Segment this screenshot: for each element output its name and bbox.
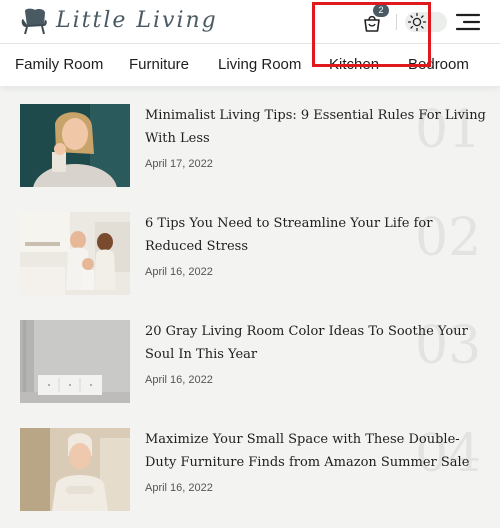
article-thumbnail[interactable]: [20, 320, 130, 403]
hamburger-menu-icon[interactable]: [455, 13, 481, 31]
header-divider: [396, 14, 397, 30]
article-date: April 16, 2022: [145, 374, 213, 386]
article-thumbnail[interactable]: [20, 212, 130, 295]
armchair-icon: [21, 8, 47, 35]
article-card[interactable]: 01 Minimalist Living Tips: 9 Essential R…: [20, 104, 490, 188]
article-card[interactable]: 04 Maximize Your Small Space with These …: [20, 428, 490, 512]
logo-text: Little Living: [56, 8, 218, 33]
article-title[interactable]: 6 Tips You Need to Streamline Your Life …: [145, 212, 490, 258]
cart-count-badge: 2: [373, 4, 389, 17]
site-header: Little Living 2: [0, 0, 500, 44]
article-date: April 17, 2022: [145, 158, 213, 170]
article-title[interactable]: Minimalist Living Tips: 9 Essential Rule…: [145, 104, 490, 150]
sun-icon[interactable]: [407, 12, 427, 32]
article-title[interactable]: Maximize Your Small Space with These Dou…: [145, 428, 490, 474]
article-title[interactable]: 20 Gray Living Room Color Ideas To Sooth…: [145, 320, 490, 366]
nav-item-family-room[interactable]: Family Room: [15, 56, 103, 73]
nav-item-kitchen[interactable]: Kitchen: [329, 56, 379, 73]
article-card[interactable]: 03 20 Gray Living Room Color Ideas To So…: [20, 320, 490, 404]
nav-item-furniture[interactable]: Furniture: [129, 56, 189, 73]
nav-item-living-room[interactable]: Living Room: [218, 56, 301, 73]
category-nav: Family Room Furniture Living Room Kitche…: [0, 44, 500, 86]
article-card[interactable]: 02 6 Tips You Need to Streamline Your Li…: [20, 212, 490, 296]
article-thumbnail[interactable]: [20, 104, 130, 187]
article-date: April 16, 2022: [145, 482, 213, 494]
article-thumbnail[interactable]: [20, 428, 130, 511]
site-logo[interactable]: Little Living: [18, 5, 218, 37]
article-date: April 16, 2022: [145, 266, 213, 278]
nav-item-bedroom[interactable]: Bedroom: [408, 56, 469, 73]
